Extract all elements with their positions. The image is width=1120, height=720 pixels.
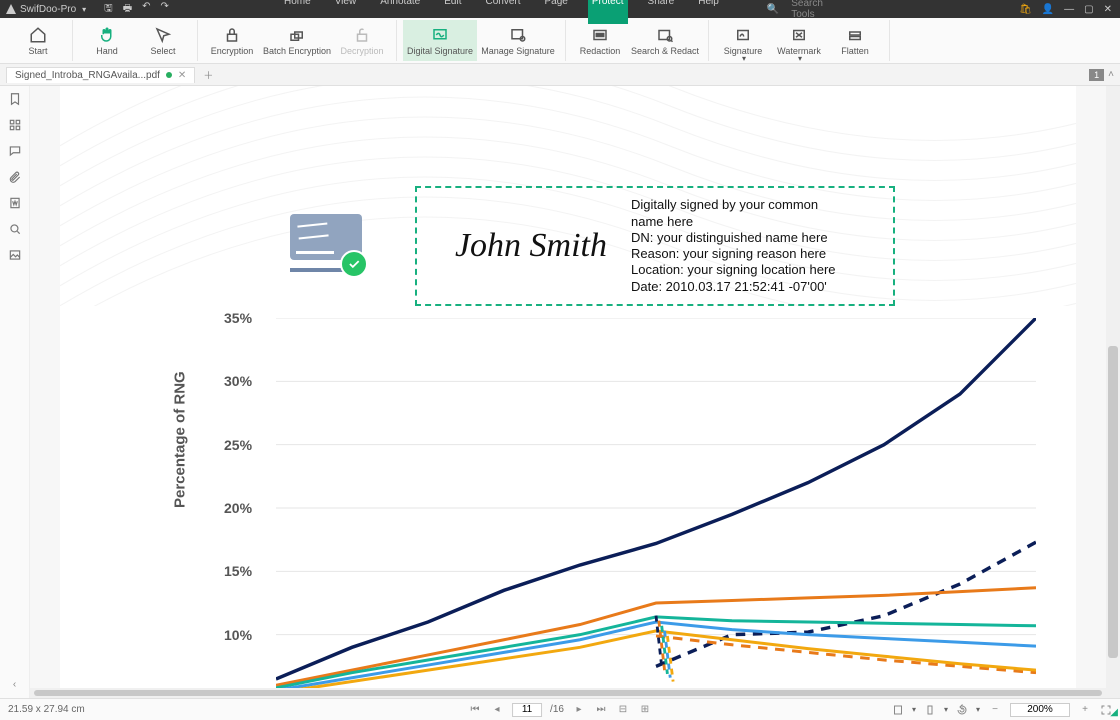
- ytick-label: 10%: [224, 627, 252, 643]
- redaction-icon: [591, 26, 609, 44]
- page-dimensions: 21.59 x 27.94 cm: [8, 704, 85, 715]
- horizontal-scrollbar[interactable]: [30, 688, 1106, 698]
- window-minimize-icon[interactable]: —: [1064, 4, 1074, 15]
- cursor-icon: [154, 26, 172, 44]
- signer-name: John Smith: [431, 227, 631, 265]
- zoom-in-button[interactable]: +: [1078, 704, 1092, 715]
- manage-signature-icon: [509, 26, 527, 44]
- page-badge: 1: [1089, 69, 1104, 81]
- tab-close-icon[interactable]: ✕: [178, 70, 186, 81]
- ribbon-batch-encryption[interactable]: Batch Encryption: [260, 20, 334, 61]
- modified-dot-icon: [166, 72, 172, 78]
- tab-strip: Signed_Introba_RNGAvaila...pdf ✕ ＋ 1 ˄: [0, 64, 1120, 86]
- checkmark-badge-icon: [340, 250, 368, 278]
- chevron-down-icon: ▾: [798, 54, 802, 63]
- ribbon-redaction[interactable]: Redaction: [572, 20, 628, 61]
- bookmark-icon[interactable]: [8, 92, 22, 106]
- zoom-input[interactable]: [1010, 703, 1070, 717]
- ribbon-flatten[interactable]: Flatten: [827, 20, 883, 61]
- app-name: SwifDoo-Pro: [20, 4, 76, 15]
- ribbon-digital-signature[interactable]: Digital Signature: [403, 20, 477, 61]
- vertical-scrollbar[interactable]: [1106, 86, 1120, 698]
- ribbon-search-redact[interactable]: Search & Redact: [628, 20, 702, 61]
- lock-batch-icon: [288, 26, 306, 44]
- ribbon-manage-signature[interactable]: Manage Signature: [477, 20, 559, 61]
- collapse-panel-icon[interactable]: ‹: [13, 679, 16, 690]
- ribbon-encryption[interactable]: Encryption: [204, 20, 260, 61]
- status-bar: 21.59 x 27.94 cm ⏮ ◂ /16 ▸ ⏭ ⊟ ⊞ ▾ ▾ ▾ −…: [0, 698, 1120, 720]
- fit-minus-button[interactable]: ⊟: [616, 704, 630, 715]
- signature-icon: [431, 26, 449, 44]
- ytick-label: 15%: [224, 563, 252, 579]
- signature2-icon: [734, 26, 752, 44]
- attachments-icon[interactable]: [8, 170, 22, 184]
- zoom-out-button[interactable]: −: [988, 704, 1002, 715]
- ribbon-start[interactable]: Start: [10, 20, 66, 61]
- image-panel-icon[interactable]: [8, 248, 22, 262]
- ytick-label: 20%: [224, 500, 252, 516]
- search-icon: 🔍: [763, 2, 783, 17]
- tab-title: Signed_Introba_RNGAvaila...pdf: [15, 70, 160, 81]
- title-bar: SwifDoo-Pro ▾ 🖫 🖶 ↶ ↷ Home View Annotate…: [0, 0, 1120, 18]
- scroll-thumb[interactable]: [1108, 346, 1118, 658]
- app-brand[interactable]: SwifDoo-Pro ▾: [6, 4, 86, 15]
- signature-details: Digitally signed by your common name her…: [631, 197, 836, 295]
- left-panel: ‹: [0, 86, 30, 698]
- ribbon-watermark[interactable]: Watermark ▾: [771, 20, 827, 61]
- signature-valid-stamp: [290, 214, 362, 268]
- unlock-icon: [353, 26, 371, 44]
- cart-icon[interactable]: 🛍: [1019, 4, 1032, 15]
- fit-plus-button[interactable]: ⊞: [638, 704, 652, 715]
- redo-icon[interactable]: ↷: [161, 1, 169, 18]
- search-redact-icon: [656, 26, 674, 44]
- window-close-icon[interactable]: ✕: [1104, 4, 1112, 15]
- fit-page-icon[interactable]: [892, 704, 904, 716]
- print-icon[interactable]: 🖶: [123, 1, 132, 18]
- hand-icon: [98, 26, 116, 44]
- prev-page-button[interactable]: ◂: [490, 704, 504, 715]
- search-placeholder: Search Tools: [787, 0, 836, 22]
- pdf-page: John Smith Digitally signed by your comm…: [60, 86, 1076, 698]
- digital-signature-box[interactable]: John Smith Digitally signed by your comm…: [415, 186, 895, 306]
- undo-icon[interactable]: ↶: [142, 1, 150, 18]
- single-page-icon[interactable]: [924, 704, 936, 716]
- search-panel-icon[interactable]: [8, 222, 22, 236]
- window-maximize-icon[interactable]: ▢: [1084, 4, 1093, 15]
- resize-grip-icon[interactable]: ◢: [1110, 707, 1118, 718]
- next-page-button[interactable]: ▸: [572, 704, 586, 715]
- word-icon[interactable]: [8, 196, 22, 210]
- chevron-down-icon: ▾: [742, 54, 746, 63]
- brand-dropdown-icon[interactable]: ▾: [82, 5, 86, 14]
- chart-plot: [276, 318, 1036, 698]
- collapse-ribbon-icon[interactable]: ˄: [1108, 69, 1114, 80]
- home-icon: [29, 26, 47, 44]
- ytick-label: 30%: [224, 373, 252, 389]
- app-logo-icon: [6, 4, 16, 14]
- rotate-icon[interactable]: [956, 704, 968, 716]
- page-number-input[interactable]: [512, 703, 542, 717]
- watermark-icon: [790, 26, 808, 44]
- flatten-icon: [846, 26, 864, 44]
- ribbon-select[interactable]: Select: [135, 20, 191, 61]
- document-viewport[interactable]: John Smith Digitally signed by your comm…: [30, 86, 1106, 698]
- page-total: /16: [550, 704, 564, 715]
- ribbon-hand[interactable]: Hand: [79, 20, 135, 61]
- last-page-button[interactable]: ⏭: [594, 704, 608, 715]
- ribbon-signature[interactable]: Signature ▾: [715, 20, 771, 61]
- ytick-label: 25%: [224, 437, 252, 453]
- thumbnails-icon[interactable]: [8, 118, 22, 132]
- new-tab-button[interactable]: ＋: [203, 67, 213, 82]
- ribbon-decryption: Decryption: [334, 20, 390, 61]
- first-page-button[interactable]: ⏮: [468, 704, 482, 715]
- account-icon[interactable]: 👤: [1042, 4, 1054, 15]
- document-tab[interactable]: Signed_Introba_RNGAvaila...pdf ✕: [6, 67, 195, 83]
- lock-icon: [223, 26, 241, 44]
- save-icon[interactable]: 🖫: [104, 1, 113, 18]
- rng-chart: Percentage of RNG 35%30%25%20%15%10%: [180, 318, 1036, 698]
- ribbon: Start Hand Select Encryption Batch Encry…: [0, 18, 1120, 64]
- ytick-label: 35%: [224, 310, 252, 326]
- chart-ylabel: Percentage of RNG: [172, 371, 189, 508]
- comments-icon[interactable]: [8, 144, 22, 158]
- scroll-thumb[interactable]: [34, 690, 1102, 696]
